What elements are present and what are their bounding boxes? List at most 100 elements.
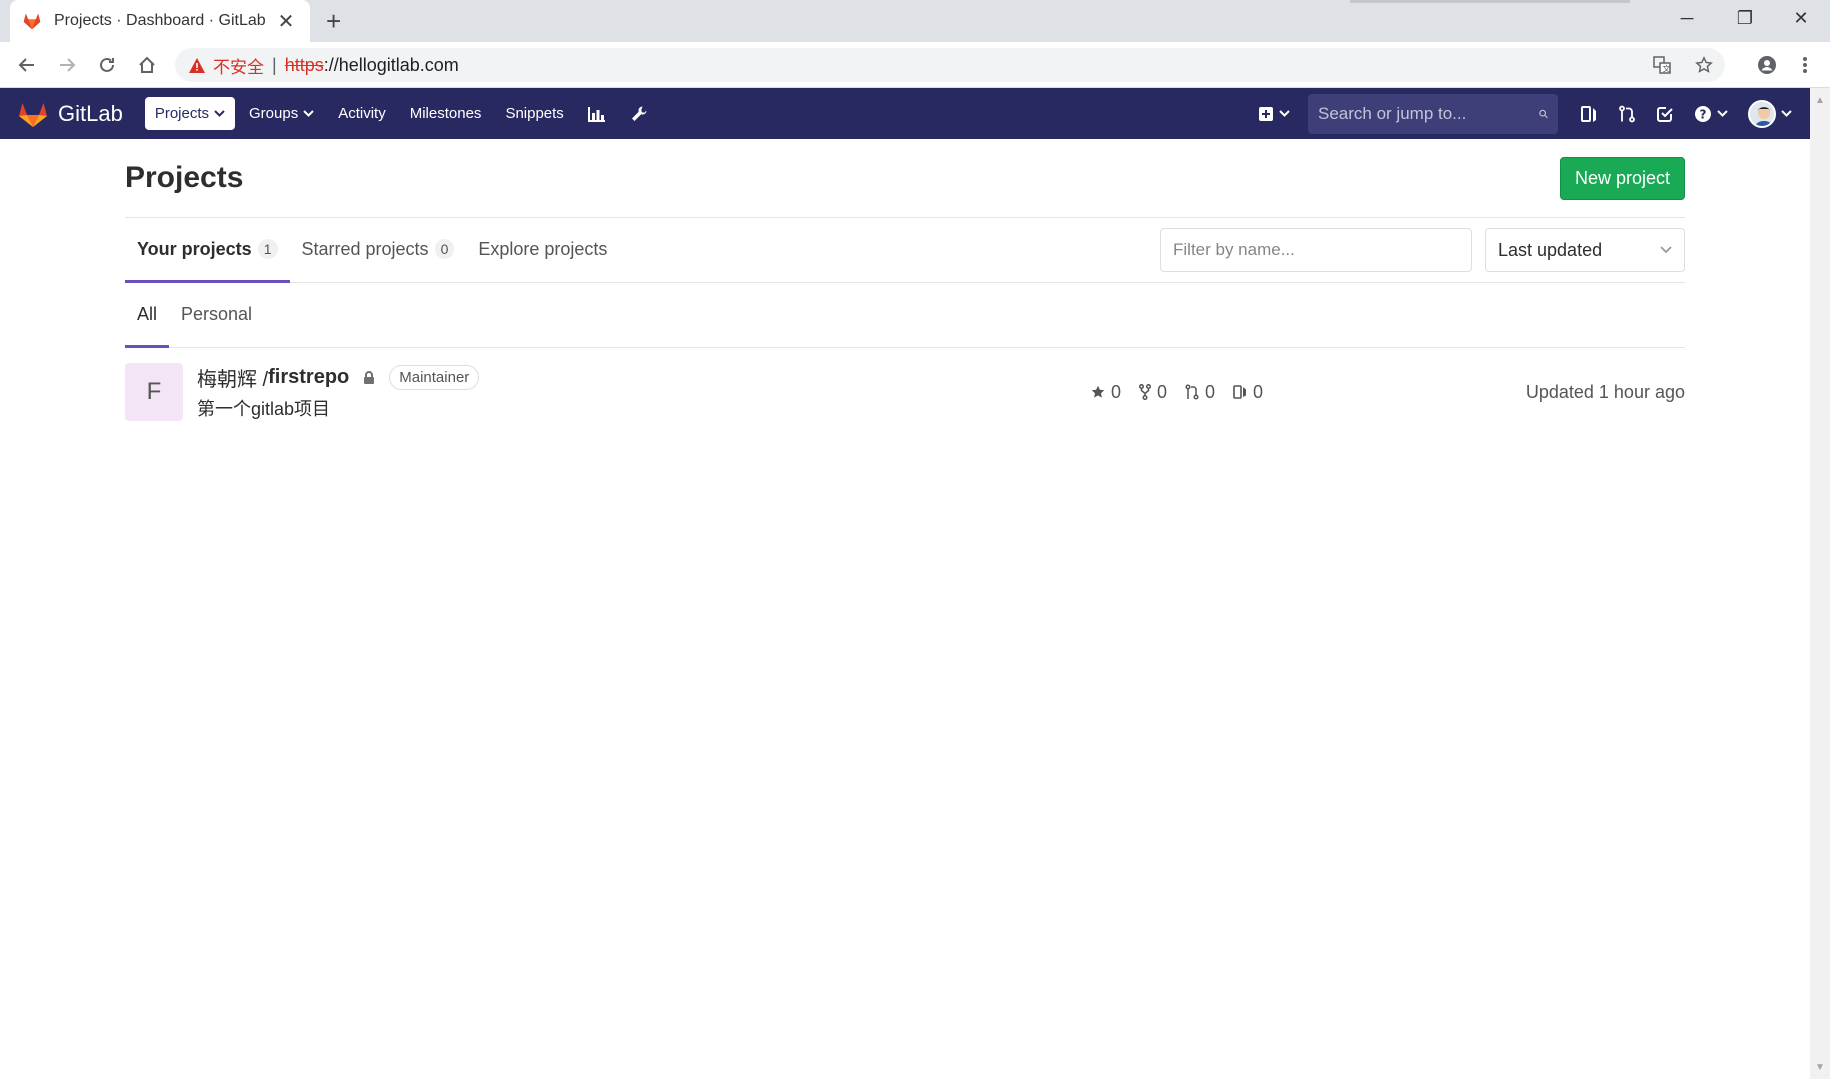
stars-count: 0: [1111, 381, 1122, 402]
merge-requests-stat[interactable]: 0: [1185, 382, 1215, 403]
gitlab-logo-icon: [19, 102, 47, 127]
scroll-up-icon[interactable]: ▲: [1810, 90, 1830, 110]
bookmark-star-icon[interactable]: [1689, 50, 1719, 80]
chevron-down-icon: [1279, 108, 1290, 120]
project-list-item[interactable]: F 梅朝辉 / firstrepo Maintainer 第一个gitlab项目…: [125, 348, 1685, 436]
page-scrollbar[interactable]: ▲ ▼: [1810, 88, 1830, 1079]
minimize-icon[interactable]: ─: [1658, 0, 1716, 36]
project-name-link[interactable]: firstrepo: [268, 366, 349, 389]
tab-explore-projects[interactable]: Explore projects: [466, 218, 619, 283]
search-input[interactable]: [1318, 103, 1539, 124]
subtab-personal[interactable]: Personal: [169, 283, 264, 348]
lock-icon: [363, 370, 375, 385]
address-bar[interactable]: 不安全 | https ://hellogitlab.com 文: [175, 48, 1725, 82]
forward-icon[interactable]: [52, 50, 82, 80]
issues-stat[interactable]: 0: [1233, 382, 1263, 403]
svg-text:文: 文: [1663, 64, 1671, 74]
help-dropdown[interactable]: ?: [1684, 88, 1738, 139]
chevron-down-icon: [1660, 246, 1672, 254]
nav-activity[interactable]: Activity: [328, 97, 396, 130]
new-project-button[interactable]: New project: [1559, 156, 1685, 200]
subtab-all[interactable]: All: [125, 283, 170, 348]
global-search[interactable]: [1308, 93, 1558, 134]
tab-starred-projects-label: Starred projects: [301, 238, 429, 259]
warning-icon: [189, 57, 205, 73]
brand-name: GitLab: [58, 100, 123, 126]
project-description: 第一个gitlab项目: [197, 399, 331, 419]
gitlab-favicon-icon: [23, 13, 41, 30]
gitlab-home-link[interactable]: GitLab: [18, 100, 123, 128]
scope-tabs-row: All Personal: [125, 283, 1685, 348]
url-separator: |: [272, 54, 277, 75]
forks-count: 0: [1157, 381, 1168, 402]
chevron-down-icon: [1781, 108, 1792, 120]
browser-tabstrip: Projects · Dashboard · GitLab ✕ + ─ ❐ ✕: [0, 0, 1830, 42]
tab-title: Projects · Dashboard · GitLab: [54, 12, 266, 29]
merge-request-icon: [1185, 384, 1199, 400]
nav-snippets[interactable]: Snippets: [495, 97, 573, 130]
star-icon: [1091, 385, 1105, 398]
page-header: Projects New project: [125, 139, 1685, 218]
help-question-icon: ?: [1695, 105, 1711, 122]
plus-square-icon: [1259, 106, 1273, 121]
fork-icon: [1139, 384, 1152, 400]
menu-dots-icon[interactable]: [1790, 50, 1820, 80]
sort-dropdown[interactable]: Last updated: [1485, 228, 1685, 272]
insecure-label: 不安全: [213, 57, 264, 77]
reload-icon[interactable]: [92, 50, 122, 80]
nav-projects-dropdown[interactable]: Projects: [144, 97, 236, 130]
merge-requests-icon[interactable]: [1608, 88, 1646, 139]
home-icon[interactable]: [132, 50, 162, 80]
browser-tab[interactable]: Projects · Dashboard · GitLab ✕: [10, 0, 310, 42]
admin-wrench-icon[interactable]: [620, 97, 658, 131]
translate-icon[interactable]: 文: [1647, 50, 1677, 80]
restore-icon[interactable]: ❐: [1716, 0, 1774, 36]
projects-tabs-row: Your projects 1 Starred projects 0 Explo…: [125, 218, 1685, 283]
scroll-down-icon[interactable]: ▼: [1810, 1057, 1830, 1077]
user-menu-dropdown[interactable]: [1738, 88, 1810, 139]
nav-projects-label: Projects: [154, 105, 210, 122]
page-title: Projects: [125, 161, 244, 194]
chevron-down-icon: [1717, 108, 1728, 120]
user-avatar: [1748, 99, 1776, 128]
merge-requests-count: 0: [1205, 381, 1216, 402]
search-icon: [1539, 109, 1548, 118]
forks-stat[interactable]: 0: [1139, 382, 1167, 403]
url-host: ://hellogitlab.com: [323, 54, 459, 75]
count-badge: 1: [257, 239, 278, 259]
browser-toolbar: 不安全 | https ://hellogitlab.com 文: [0, 42, 1830, 88]
window-shadow: [1350, 0, 1630, 3]
new-item-dropdown[interactable]: [1248, 88, 1300, 139]
tab-your-projects-label: Your projects: [137, 238, 252, 259]
project-avatar[interactable]: F: [125, 363, 183, 421]
nav-milestones[interactable]: Milestones: [400, 97, 492, 130]
close-tab-icon[interactable]: ✕: [274, 9, 298, 34]
todos-icon[interactable]: [1646, 88, 1684, 139]
svg-text:?: ?: [1700, 107, 1707, 121]
issues-icon[interactable]: [1570, 88, 1608, 139]
chevron-down-icon: [303, 108, 314, 120]
url-scheme: https: [284, 54, 324, 75]
nav-groups-label: Groups: [249, 105, 299, 122]
tab-your-projects[interactable]: Your projects 1: [125, 218, 290, 283]
main-content: Projects New project Your projects 1 Sta…: [125, 139, 1685, 436]
tab-starred-projects[interactable]: Starred projects 0: [290, 218, 467, 283]
sort-label: Last updated: [1498, 239, 1603, 260]
filter-by-name-input[interactable]: [1160, 228, 1472, 272]
new-tab-button[interactable]: +: [326, 6, 341, 37]
project-stats: 0 0 0 0: [1091, 348, 1263, 436]
nav-groups-dropdown[interactable]: Groups: [239, 97, 324, 130]
gitlab-navbar: GitLab Projects Groups Activity Mileston…: [0, 88, 1810, 139]
close-window-icon[interactable]: ✕: [1772, 0, 1830, 36]
activity-chart-icon[interactable]: [578, 98, 616, 130]
chevron-down-icon: [214, 108, 225, 120]
back-icon[interactable]: [12, 50, 42, 80]
profile-icon[interactable]: [1752, 50, 1782, 80]
issues-count: 0: [1253, 381, 1264, 402]
security-warning[interactable]: 不安全: [189, 53, 264, 78]
project-updated-time: Updated 1 hour ago: [1525, 381, 1685, 402]
count-badge: 0: [434, 239, 455, 259]
stars-stat[interactable]: 0: [1091, 382, 1121, 403]
project-namespace[interactable]: 梅朝辉 /: [197, 363, 268, 392]
issues-icon: [1233, 385, 1247, 399]
